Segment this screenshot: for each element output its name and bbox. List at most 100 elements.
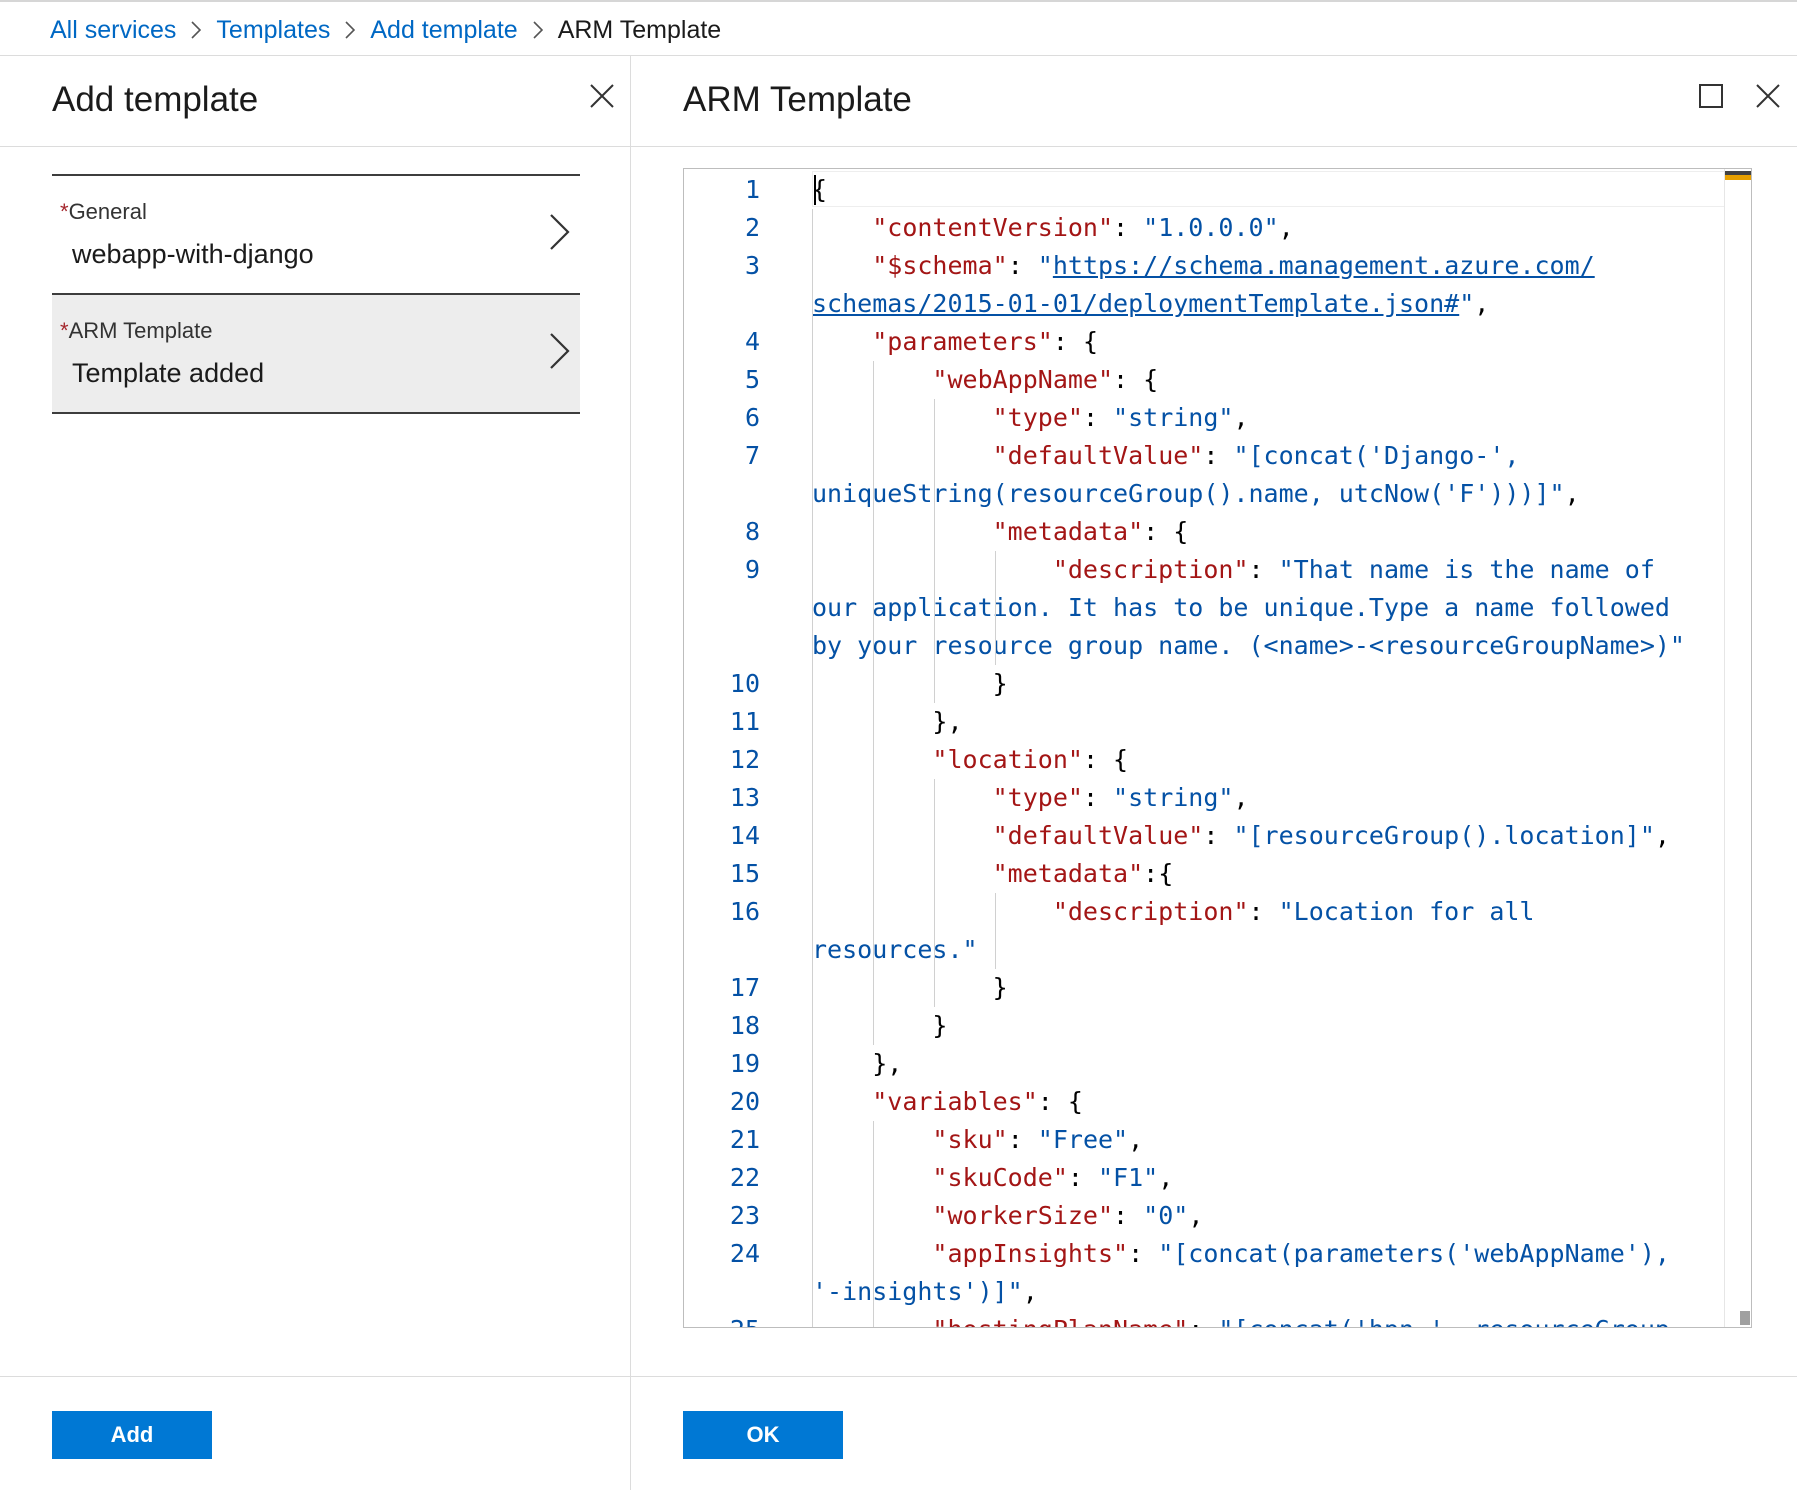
line-code: "sku": "Free", (812, 1121, 1143, 1159)
close-icon[interactable] (1748, 76, 1788, 116)
line-code: "skuCode": "F1", (812, 1159, 1173, 1197)
line-code: schemas/2015-01-01/deploymentTemplate.js… (812, 285, 1489, 323)
indent-guide (873, 1197, 874, 1235)
code-token: our application. It has to be unique.Typ… (812, 593, 1670, 622)
code-token: "hostingPlanName" (932, 1315, 1188, 1327)
line-code: "metadata": { (812, 513, 1189, 551)
indent-guide (812, 741, 813, 779)
line-code: "parameters": { (812, 323, 1098, 361)
code-line: 21 "sku": "Free", (684, 1121, 1725, 1159)
indent-guide (812, 817, 813, 855)
chevron-right-icon (176, 21, 216, 39)
code-token: "webAppName" (932, 365, 1114, 394)
indent-guide (934, 931, 935, 969)
code-viewport[interactable]: 1{2 "contentVersion": "1.0.0.0", 3 "$sche… (684, 169, 1725, 1327)
code-line: 18 } (684, 1007, 1725, 1045)
indent-guide (812, 209, 813, 247)
indent-guide (934, 817, 935, 855)
code-token: : { (1113, 365, 1159, 394)
line-code: "type": "string", (812, 399, 1249, 437)
close-icon[interactable] (582, 76, 622, 116)
code-token: :{ (1143, 859, 1174, 888)
indent-guide (873, 1273, 874, 1311)
maximize-icon[interactable] (1691, 76, 1731, 116)
code-token: : (1248, 897, 1279, 926)
code-line: 17 } (684, 969, 1725, 1007)
line-number: 17 (729, 973, 760, 1002)
indent-guide (934, 399, 935, 437)
code-token: , (1158, 1163, 1174, 1192)
add-button[interactable]: Add (52, 1411, 212, 1459)
line-code: uniqueString(resourceGroup().name, utcNo… (812, 475, 1580, 513)
ok-button[interactable]: OK (683, 1411, 843, 1459)
overview-ruler-mark (1725, 175, 1751, 180)
top-border (0, 0, 1797, 2)
code-token: : (1128, 1239, 1159, 1268)
indent-guide (873, 361, 874, 399)
line-code: }, (812, 703, 963, 741)
code-line: 14 "defaultValue": "[resourceGroup().loc… (684, 817, 1725, 855)
indent-guide (934, 475, 935, 513)
vertical-scrollbar[interactable] (1724, 169, 1751, 1327)
breadcrumb-all-services[interactable]: All services (50, 16, 176, 45)
line-code: "type": "string", (812, 779, 1249, 817)
code-token: "description" (1052, 897, 1249, 926)
indent-guide (873, 1235, 874, 1273)
code-token: , (1128, 1125, 1144, 1154)
code-token: "F1" (1098, 1163, 1159, 1192)
indent-guide (812, 893, 813, 931)
code-token: : (1203, 441, 1234, 470)
indent-guide (873, 855, 874, 893)
code-token: : (1082, 403, 1114, 432)
line-number: 5 (744, 365, 760, 394)
step-arm-template[interactable]: *ARM Template Template added (52, 295, 580, 414)
line-number: 12 (729, 745, 760, 774)
required-marker: * (60, 199, 69, 224)
line-code: "description": "Location for all (812, 893, 1535, 931)
line-number: 20 (729, 1087, 760, 1116)
step-general[interactable]: *General webapp-with-django (52, 176, 580, 295)
line-number: 11 (729, 707, 760, 736)
code-line: 22 "skuCode": "F1", (684, 1159, 1725, 1197)
breadcrumb-add-template[interactable]: Add template (370, 16, 517, 45)
indent-guide (812, 1159, 813, 1197)
indent-guide (873, 1007, 874, 1045)
code-token: }, (812, 707, 963, 736)
line-number: 18 (729, 1011, 760, 1040)
breadcrumb-templates[interactable]: Templates (216, 16, 330, 45)
code-token: , (1278, 213, 1294, 242)
code-token: "That name is the name of (1278, 555, 1655, 584)
indent-guide (934, 589, 935, 627)
code-line: uniqueString(resourceGroup().name, utcNo… (684, 475, 1725, 513)
code-line: 10 } (684, 665, 1725, 703)
code-line: 23 "workerSize": "0", (684, 1197, 1725, 1235)
line-number: 2 (744, 213, 760, 242)
indent-guide (934, 665, 935, 703)
code-editor[interactable]: 1{2 "contentVersion": "1.0.0.0", 3 "$sche… (683, 168, 1752, 1328)
code-line: 25 "hostingPlanName": "[concat('hpn-', r… (684, 1311, 1725, 1327)
indent-guide (873, 513, 874, 551)
code-token: "metadata" (992, 517, 1144, 546)
code-token: "contentVersion" (872, 213, 1114, 242)
line-code: "defaultValue": "[resourceGroup().locati… (812, 817, 1670, 855)
code-token: https://schema.management.azure.com/ (1052, 251, 1595, 280)
code-token: "appInsights" (932, 1239, 1129, 1268)
code-token: : (1007, 251, 1038, 280)
indent-guide (812, 437, 813, 475)
blade-title: ARM Template (683, 80, 912, 119)
line-number: 3 (744, 251, 760, 280)
line-code: "workerSize": "0", (812, 1197, 1203, 1235)
code-token: , (1233, 783, 1249, 812)
code-line: 8 "metadata": { (684, 513, 1725, 551)
code-token: "sku" (932, 1125, 1008, 1154)
scrollbar-thumb[interactable] (1740, 1311, 1750, 1325)
add-template-blade: Add template *General webapp-with-django… (0, 55, 631, 1490)
code-token: "[concat('Django-', (1233, 441, 1520, 470)
line-code: resources." (812, 931, 978, 969)
code-token: : (1113, 1201, 1144, 1230)
